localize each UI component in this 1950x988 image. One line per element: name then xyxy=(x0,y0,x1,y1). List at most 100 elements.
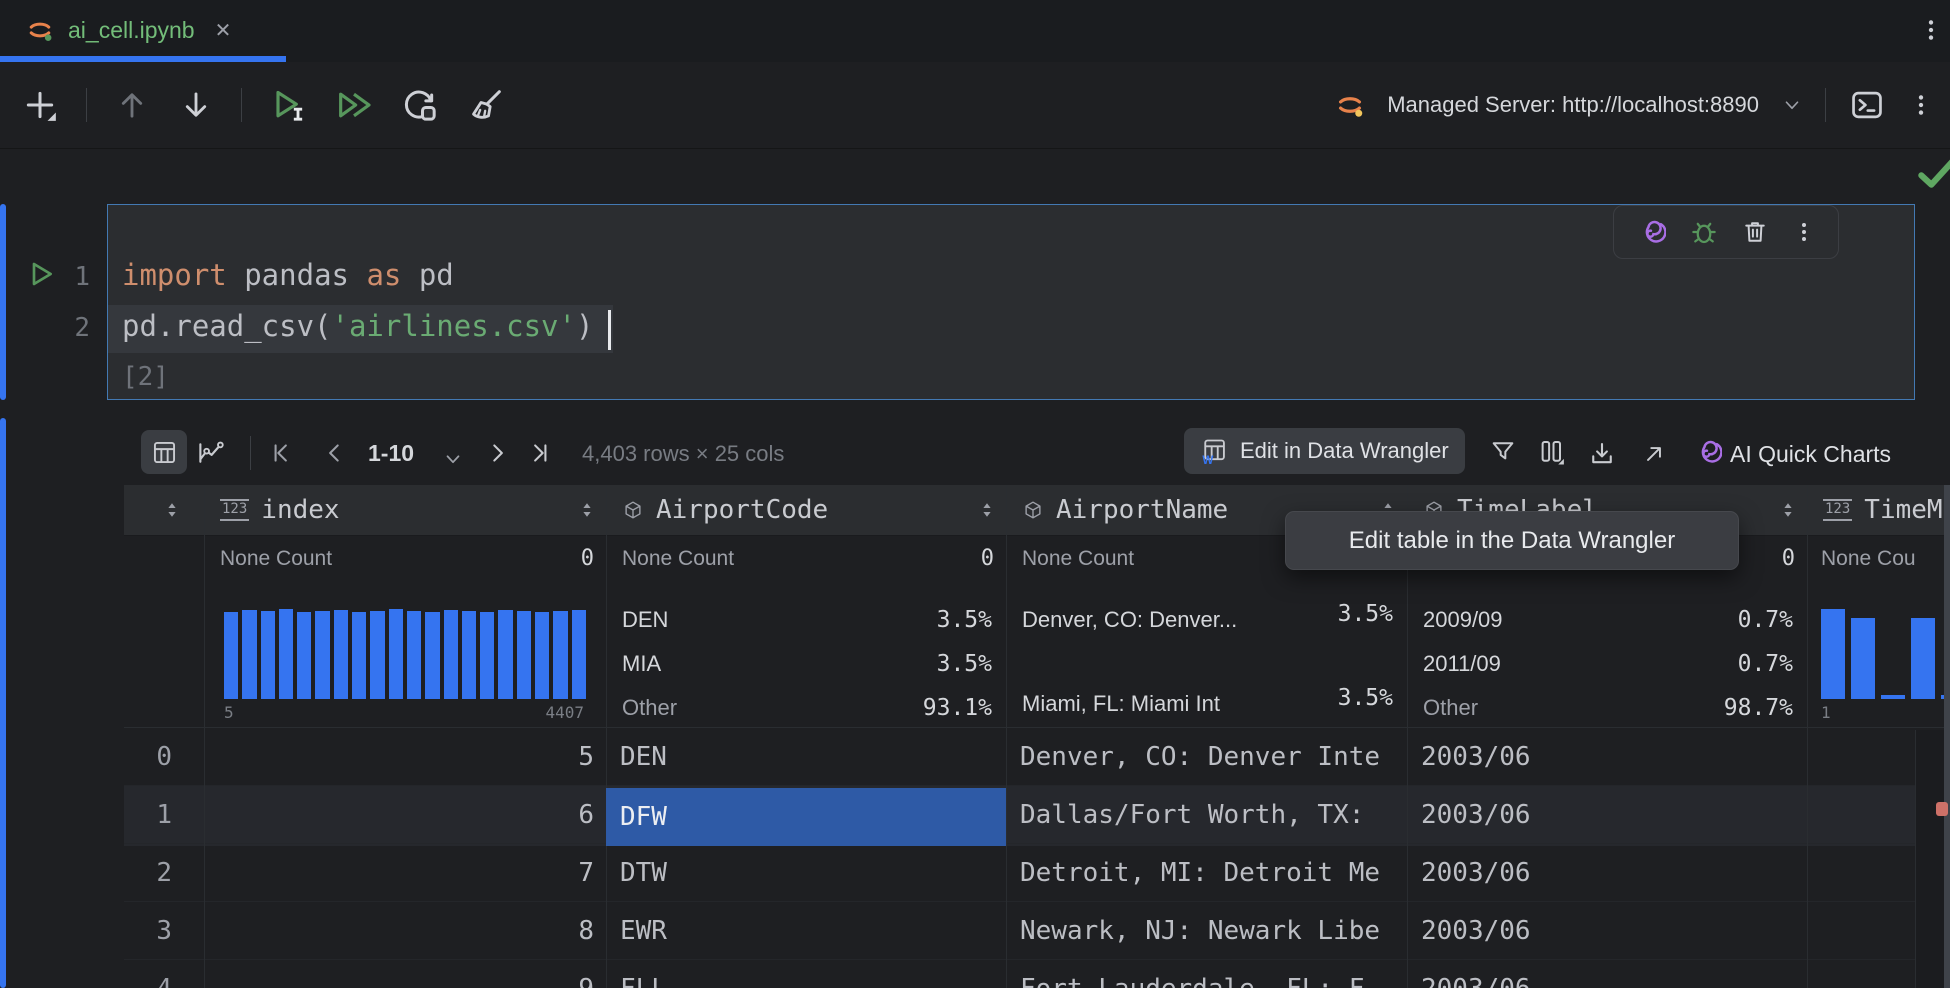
run-cell-gutter-button[interactable] xyxy=(26,258,58,290)
tab-bar-more-icon[interactable] xyxy=(1918,17,1944,43)
vertical-scrollbar[interactable] xyxy=(1944,485,1950,988)
row-number[interactable]: 4 xyxy=(124,960,204,988)
cell-airportname[interactable]: Dallas/Fort Worth, TX: xyxy=(1006,786,1407,844)
cell-timelabel[interactable]: 2003/06 xyxy=(1407,786,1807,844)
cell-airportcode[interactable]: DEN xyxy=(606,728,1006,786)
separator xyxy=(241,88,242,122)
chevron-down-icon[interactable] xyxy=(1781,94,1803,116)
stat-entry-key: 2011/09 xyxy=(1423,651,1501,677)
tab-close-icon[interactable]: ✕ xyxy=(215,18,232,43)
ai-assistant-icon[interactable] xyxy=(1636,217,1666,247)
jupyter-server-icon xyxy=(1335,90,1365,120)
clear-outputs-broom-icon[interactable] xyxy=(466,85,506,125)
ai-quick-charts-icon[interactable] xyxy=(1692,437,1722,467)
run-all-cells-button[interactable] xyxy=(334,85,374,125)
debug-cell-bug-icon[interactable] xyxy=(1689,217,1719,247)
data-wrangler-tooltip: Edit table in the Data Wrangler xyxy=(1285,511,1739,570)
next-page-button[interactable] xyxy=(484,440,510,466)
cell-success-check-icon xyxy=(1916,156,1950,192)
cell-airportcode[interactable]: FLL xyxy=(606,960,1006,988)
restart-kernel-icon[interactable] xyxy=(400,85,440,125)
column-list-icon[interactable] xyxy=(1537,437,1567,467)
cell-index[interactable]: 9 xyxy=(204,960,606,988)
sort-arrows-icon[interactable] xyxy=(163,500,181,520)
first-page-button[interactable] xyxy=(268,440,294,466)
move-cell-up-button[interactable] xyxy=(113,86,151,124)
edit-in-data-wrangler-button[interactable]: W Edit in Data Wrangler xyxy=(1184,428,1465,474)
filter-icon[interactable] xyxy=(1489,438,1517,466)
column-header-index[interactable]: 123 index xyxy=(204,485,606,535)
delete-cell-trash-icon[interactable] xyxy=(1741,218,1769,246)
selected-cell-airportcode[interactable]: DFW xyxy=(606,788,1006,846)
column-header-timemonth[interactable]: 123 TimeMonth xyxy=(1807,485,1950,535)
none-count-label: None Count xyxy=(1022,547,1134,571)
cell-index[interactable]: 5 xyxy=(204,728,606,786)
page-range-chevron-icon[interactable] xyxy=(442,448,464,470)
sort-arrows-icon[interactable] xyxy=(578,500,596,520)
managed-server-selector[interactable]: Managed Server: http://localhost:8890 xyxy=(1387,92,1759,118)
row-number[interactable]: 1 xyxy=(124,786,204,844)
cell-airportcode[interactable]: EWR xyxy=(606,902,1006,960)
row-number[interactable]: 0 xyxy=(124,728,204,786)
stat-entry-value: 3.5% xyxy=(937,651,992,677)
stat-entry-value: 3.5% xyxy=(1338,601,1393,627)
column-header-airportcode[interactable]: AirportCode xyxy=(606,485,1006,535)
cell-index[interactable]: 6 xyxy=(204,786,606,844)
toolbar-more-icon[interactable] xyxy=(1908,92,1934,118)
histogram-min-label: 5 xyxy=(224,703,234,722)
cell-more-icon[interactable] xyxy=(1792,220,1816,244)
chart-view-toggle[interactable] xyxy=(196,438,226,468)
column-name: index xyxy=(261,495,339,525)
none-count-label: None Cou xyxy=(1821,547,1916,571)
stat-entry-key: Other xyxy=(1423,695,1478,721)
last-page-button[interactable] xyxy=(527,440,553,466)
numeric-type-icon: 123 xyxy=(1823,499,1852,520)
separator xyxy=(250,436,251,470)
jupyter-notebook-icon xyxy=(26,16,54,44)
table-view-toggle[interactable] xyxy=(141,430,187,474)
page-range-selector[interactable]: 1-10 xyxy=(368,440,414,467)
cell-airportname[interactable]: Denver, CO: Denver Inte xyxy=(1006,728,1407,786)
stats-cell-timemonth: None Cou 1 xyxy=(1807,535,1950,728)
code-line-1[interactable]: import pandas as pd xyxy=(122,258,454,292)
cell-timelabel[interactable]: 2003/06 xyxy=(1407,844,1807,902)
sort-arrows-icon[interactable] xyxy=(1779,500,1797,520)
cell-airportname[interactable]: Newark, NJ: Newark Libe xyxy=(1006,902,1407,960)
cell-index[interactable]: 8 xyxy=(204,902,606,960)
svg-text:W: W xyxy=(1202,454,1213,465)
export-download-icon[interactable] xyxy=(1588,440,1616,468)
add-cell-button[interactable] xyxy=(20,85,60,125)
stat-entry-key: MIA xyxy=(622,651,661,677)
output-cell-stripe xyxy=(0,418,6,988)
separator xyxy=(86,88,87,122)
code-cell-focus-stripe xyxy=(0,204,6,400)
move-cell-down-button[interactable] xyxy=(177,86,215,124)
sort-arrows-icon[interactable] xyxy=(978,500,996,520)
code-line-2[interactable]: pd.read_csv('airlines.csv') xyxy=(122,309,593,343)
code-text: pd xyxy=(401,258,453,292)
cell-timelabel[interactable]: 2003/06 xyxy=(1407,960,1807,988)
cell-airportcode[interactable]: DTW xyxy=(606,844,1006,902)
previous-page-button[interactable] xyxy=(322,440,348,466)
cell-airportname[interactable]: Detroit, MI: Detroit Me xyxy=(1006,844,1407,902)
cell-timelabel[interactable]: 2003/06 xyxy=(1407,728,1807,786)
none-count-value: 0 xyxy=(981,546,994,571)
row-number[interactable]: 3 xyxy=(124,902,204,960)
cell-airportname[interactable]: Fort Lauderdale, FL: F xyxy=(1006,960,1407,988)
table-right-gap xyxy=(1916,730,1944,988)
stat-entry-value: 98.7% xyxy=(1724,695,1793,721)
stat-entry-key: 2009/09 xyxy=(1423,607,1503,633)
corner-header-cell[interactable] xyxy=(124,485,204,535)
ai-quick-charts-label[interactable]: AI Quick Charts xyxy=(1730,441,1891,468)
open-in-new-window-icon[interactable] xyxy=(1641,441,1667,467)
run-cell-and-select-below-button[interactable] xyxy=(268,85,308,125)
cell-timelabel[interactable]: 2003/06 xyxy=(1407,902,1807,960)
cell-index[interactable]: 7 xyxy=(204,844,606,902)
column-name: TimeMonth xyxy=(1864,495,1950,525)
tab-ai-cell-ipynb[interactable]: ai_cell.ipynb ✕ xyxy=(12,0,245,60)
jupyter-console-icon[interactable] xyxy=(1848,86,1886,124)
data-wrangler-icon: W xyxy=(1200,437,1228,465)
row-number[interactable]: 2 xyxy=(124,844,204,902)
none-count-label: None Count xyxy=(220,547,332,571)
column-name: AirportName xyxy=(1056,495,1228,525)
